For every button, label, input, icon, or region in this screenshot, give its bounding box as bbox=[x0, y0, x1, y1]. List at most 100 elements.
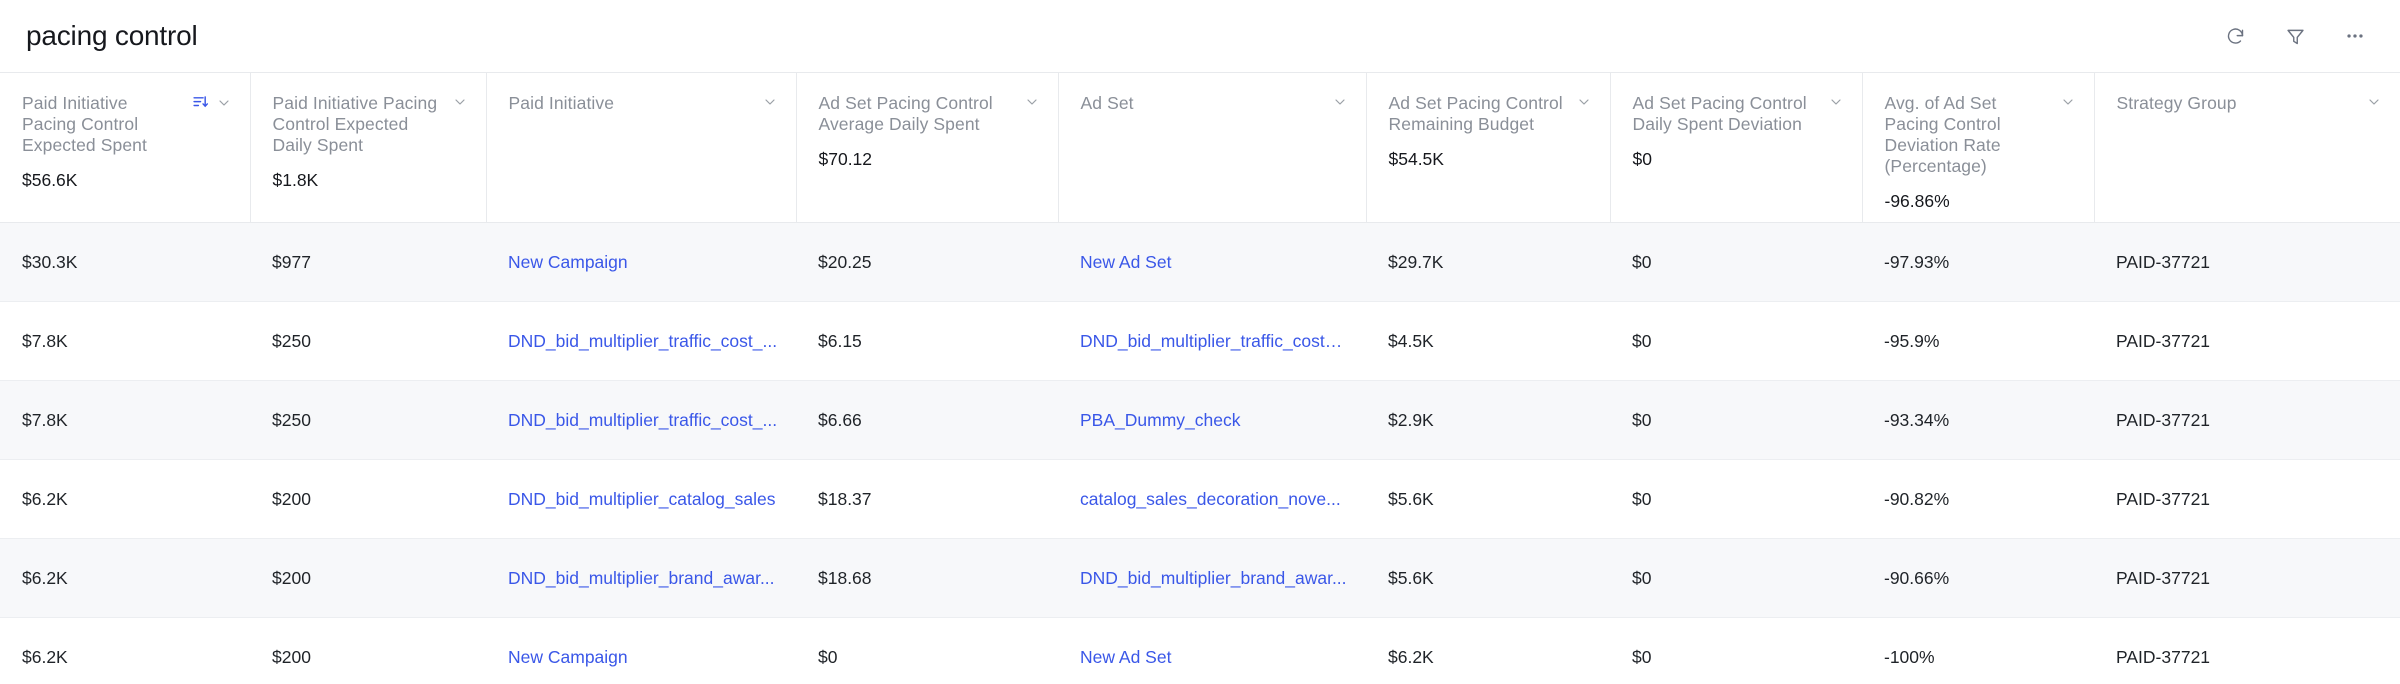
pacing-control-table: Paid Initiative Pacing Control Expected … bbox=[0, 73, 2400, 684]
cell-strategy-group: PAID-37721 bbox=[2094, 301, 2400, 381]
column-summary-value: $1.8K bbox=[272, 170, 319, 190]
cell-expected-daily-spent: $250 bbox=[250, 380, 486, 460]
column-header-label: Strategy Group bbox=[2116, 93, 2237, 113]
cell-paid-initiative[interactable]: New Campaign bbox=[486, 222, 796, 302]
cell-ad-set[interactable]: PBA_Dummy_check bbox=[1058, 380, 1366, 460]
chevron-down-icon[interactable] bbox=[452, 94, 468, 115]
chevron-down-icon[interactable] bbox=[1024, 94, 1040, 115]
column-header-strategy-group[interactable]: Strategy Group bbox=[2094, 73, 2400, 223]
cell-expected-spent: $7.8K bbox=[0, 301, 250, 381]
column-header-deviation-rate[interactable]: Avg. of Ad Set Pacing Control Deviation … bbox=[1862, 73, 2095, 223]
cell-strategy-group: PAID-37721 bbox=[2094, 459, 2400, 539]
cell-paid-initiative[interactable]: DND_bid_multiplier_traffic_cost_... bbox=[486, 380, 796, 460]
cell-ad-set[interactable]: DND_bid_multiplier_brand_awar... bbox=[1058, 538, 1366, 618]
column-header-paid-initiative[interactable]: Paid Initiative bbox=[486, 73, 797, 223]
table-row[interactable]: $6.2K $200 New Campaign $0 New Ad Set $6.2K $0… bbox=[0, 617, 2400, 684]
chevron-down-icon[interactable] bbox=[2060, 94, 2076, 115]
cell-paid-initiative[interactable]: DND_bid_multiplier_traffic_cost_... bbox=[486, 301, 796, 381]
table-body: $30.3K $977 New Campaign $20.25 New Ad Set $2… bbox=[0, 222, 2400, 684]
cell-expected-spent: $6.2K bbox=[0, 538, 250, 618]
cell-daily-spent-deviation: $0 bbox=[1610, 222, 1862, 302]
column-header-daily-spent-deviation[interactable]: Ad Set Pacing Control Daily Spent Deviat… bbox=[1610, 73, 1863, 223]
cell-deviation-rate: -90.66% bbox=[1862, 538, 2094, 618]
cell-remaining-budget: $29.7K bbox=[1366, 222, 1610, 302]
cell-expected-spent: $7.8K bbox=[0, 380, 250, 460]
column-summary-value: $0 bbox=[1632, 149, 1652, 169]
column-summary-value: $56.6K bbox=[22, 170, 78, 190]
column-summary-value: $54.5K bbox=[1388, 149, 1444, 169]
filter-icon[interactable] bbox=[2280, 21, 2310, 51]
cell-ad-set[interactable]: catalog_sales_decoration_nove... bbox=[1058, 459, 1366, 539]
chevron-down-icon[interactable] bbox=[2366, 94, 2382, 115]
cell-remaining-budget: $2.9K bbox=[1366, 380, 1610, 460]
cell-deviation-rate: -93.34% bbox=[1862, 380, 2094, 460]
cell-ad-set[interactable]: New Ad Set bbox=[1058, 222, 1366, 302]
cell-strategy-group: PAID-37721 bbox=[2094, 222, 2400, 302]
page-header: pacing control bbox=[0, 0, 2400, 72]
cell-daily-spent-deviation: $0 bbox=[1610, 538, 1862, 618]
column-header-label: Paid Initiative bbox=[508, 93, 615, 113]
table-header: Paid Initiative Pacing Control Expected … bbox=[0, 73, 2400, 223]
cell-avg-daily-spent: $20.25 bbox=[796, 222, 1058, 302]
cell-strategy-group: PAID-37721 bbox=[2094, 380, 2400, 460]
refresh-icon[interactable] bbox=[2220, 21, 2250, 51]
cell-remaining-budget: $4.5K bbox=[1366, 301, 1610, 381]
column-header-label: Paid Initiative Pacing Control Expected … bbox=[22, 93, 147, 155]
table-row[interactable]: $6.2K $200 DND_bid_multiplier_catalog_sale… bbox=[0, 459, 2400, 539]
column-header-label: Paid Initiative Pacing Control Expected … bbox=[272, 93, 438, 155]
column-header-expected-daily-spent[interactable]: Paid Initiative Pacing Control Expected … bbox=[250, 73, 487, 223]
sort-descending-icon[interactable] bbox=[192, 94, 209, 116]
chevron-down-icon[interactable] bbox=[1828, 94, 1844, 115]
cell-avg-daily-spent: $6.15 bbox=[796, 301, 1058, 381]
cell-strategy-group: PAID-37721 bbox=[2094, 538, 2400, 618]
column-summary-value: -96.86% bbox=[1884, 191, 1950, 211]
cell-expected-daily-spent: $200 bbox=[250, 617, 486, 684]
chevron-down-icon[interactable] bbox=[216, 95, 232, 116]
cell-daily-spent-deviation: $0 bbox=[1610, 459, 1862, 539]
column-header-label: Ad Set Pacing Control Average Daily Spen… bbox=[818, 93, 993, 134]
cell-daily-spent-deviation: $0 bbox=[1610, 380, 1862, 460]
cell-avg-daily-spent: $18.68 bbox=[796, 538, 1058, 618]
cell-expected-spent: $6.2K bbox=[0, 617, 250, 684]
pacing-control-page: pacing control Paid Initiative Pacing Co… bbox=[0, 0, 2400, 684]
table-row[interactable]: $7.8K $250 DND_bid_multiplier_traffic_cost… bbox=[0, 380, 2400, 460]
column-header-label: Ad Set Pacing Control Daily Spent Deviat… bbox=[1632, 93, 1807, 134]
cell-ad-set[interactable]: New Ad Set bbox=[1058, 617, 1366, 684]
chevron-down-icon[interactable] bbox=[762, 94, 778, 115]
table-row[interactable]: $7.8K $250 DND_bid_multiplier_traffic_cost… bbox=[0, 301, 2400, 381]
cell-paid-initiative[interactable]: DND_bid_multiplier_brand_awar... bbox=[486, 538, 796, 618]
data-table-container[interactable]: Paid Initiative Pacing Control Expected … bbox=[0, 72, 2400, 684]
page-title: pacing control bbox=[26, 20, 198, 51]
cell-deviation-rate: -90.82% bbox=[1862, 459, 2094, 539]
cell-remaining-budget: $5.6K bbox=[1366, 459, 1610, 539]
column-header-ad-set[interactable]: Ad Set bbox=[1058, 73, 1367, 223]
cell-deviation-rate: -97.93% bbox=[1862, 222, 2094, 302]
cell-avg-daily-spent: $0 bbox=[796, 617, 1058, 684]
column-header-remaining-budget[interactable]: Ad Set Pacing Control Remaining Budget $… bbox=[1366, 73, 1611, 223]
cell-deviation-rate: -100% bbox=[1862, 617, 2094, 684]
more-options-icon[interactable] bbox=[2340, 21, 2370, 51]
column-header-avg-daily-spent[interactable]: Ad Set Pacing Control Average Daily Spen… bbox=[796, 73, 1059, 223]
cell-expected-spent: $6.2K bbox=[0, 459, 250, 539]
cell-remaining-budget: $6.2K bbox=[1366, 617, 1610, 684]
column-header-expected-spent[interactable]: Paid Initiative Pacing Control Expected … bbox=[0, 73, 251, 223]
cell-ad-set[interactable]: DND_bid_multiplier_traffic_cost_... bbox=[1058, 301, 1366, 381]
cell-avg-daily-spent: $18.37 bbox=[796, 459, 1058, 539]
cell-paid-initiative[interactable]: DND_bid_multiplier_catalog_sales bbox=[486, 459, 796, 539]
cell-expected-daily-spent: $250 bbox=[250, 301, 486, 381]
column-summary-value: $70.12 bbox=[818, 149, 873, 169]
cell-expected-daily-spent: $977 bbox=[250, 222, 486, 302]
cell-deviation-rate: -95.9% bbox=[1862, 301, 2094, 381]
chevron-down-icon[interactable] bbox=[1576, 94, 1592, 115]
column-header-label: Ad Set bbox=[1080, 93, 1134, 113]
cell-expected-spent: $30.3K bbox=[0, 222, 250, 302]
cell-daily-spent-deviation: $0 bbox=[1610, 301, 1862, 381]
table-row[interactable]: $6.2K $200 DND_bid_multiplier_brand_awar..… bbox=[0, 538, 2400, 618]
cell-expected-daily-spent: $200 bbox=[250, 538, 486, 618]
cell-daily-spent-deviation: $0 bbox=[1610, 617, 1862, 684]
cell-paid-initiative[interactable]: New Campaign bbox=[486, 617, 796, 684]
chevron-down-icon[interactable] bbox=[1332, 94, 1348, 115]
cell-expected-daily-spent: $200 bbox=[250, 459, 486, 539]
column-header-label: Ad Set Pacing Control Remaining Budget bbox=[1388, 93, 1563, 134]
table-row[interactable]: $30.3K $977 New Campaign $20.25 New Ad Set $2… bbox=[0, 222, 2400, 302]
